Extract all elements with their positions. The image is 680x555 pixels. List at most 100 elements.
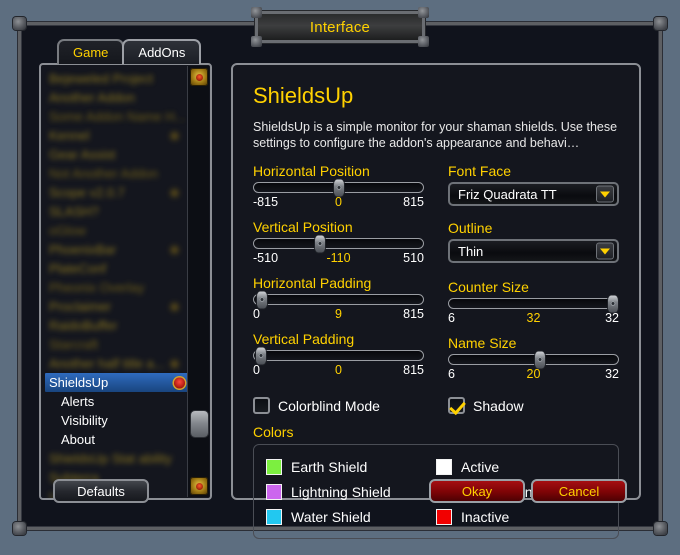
list-item[interactable]: Kennel: [45, 126, 186, 145]
title-plate-ornament: [251, 7, 262, 18]
dropdown-label: Font Face: [448, 163, 512, 179]
slider-vertical-padding[interactable]: Vertical Padding 0 0 815: [253, 331, 424, 377]
checkbox-label: Shadow: [473, 397, 524, 414]
color-option-label: Lightning Shield: [291, 483, 391, 500]
list-item[interactable]: Another half title a...: [45, 354, 186, 373]
list-item[interactable]: oGlow: [45, 221, 186, 240]
list-item[interactable]: Proclaimer: [45, 297, 186, 316]
list-item-status-icon: [171, 246, 178, 253]
list-item[interactable]: Not Another Addon: [45, 164, 186, 183]
list-item-child[interactable]: Alerts: [45, 392, 186, 411]
list-item-status-icon: [171, 303, 178, 310]
list-item-child[interactable]: About: [45, 430, 186, 449]
slider-horizontal-padding[interactable]: Horizontal Padding 0 9 815: [253, 275, 424, 321]
checkbox-box[interactable]: [448, 397, 465, 414]
slider-thumb[interactable]: [607, 295, 618, 312]
addon-status-icon[interactable]: [174, 377, 185, 388]
addon-options-panel: ShieldsUp ShieldsUp is a simple monitor …: [231, 63, 641, 539]
slider-max: 32: [605, 311, 619, 325]
slider-min: 0: [253, 307, 260, 321]
cancel-button[interactable]: Cancel: [531, 479, 627, 503]
list-item-status-icon: [171, 189, 178, 196]
color-option-row[interactable]: Active: [436, 454, 606, 479]
list-item[interactable]: ShieldsUp Stat ability: [45, 449, 186, 468]
page-title: ShieldsUp: [253, 83, 354, 108]
list-item[interactable]: PlateConf: [45, 259, 186, 278]
chevron-down-icon[interactable]: [596, 242, 614, 260]
frame-corner-ornament: [654, 522, 667, 535]
list-item[interactable]: SLASH?: [45, 202, 186, 221]
slider-value: 0: [335, 363, 342, 377]
slider-thumb[interactable]: [333, 179, 344, 196]
color-swatch[interactable]: [436, 508, 452, 525]
slider-thumb[interactable]: [255, 347, 266, 364]
checkbox-colorblind-mode[interactable]: Colorblind Mode: [253, 397, 424, 414]
tab-bar: Game AddOns: [57, 39, 202, 64]
slider-track[interactable]: [253, 235, 424, 252]
dropdown-font-face[interactable]: Font Face Friz Quadrata TT: [448, 163, 619, 206]
frame-corner-ornament: [13, 17, 26, 30]
slider-label: Vertical Padding: [253, 331, 355, 347]
dropdown-control[interactable]: Friz Quadrata TT: [448, 182, 619, 206]
slider-track[interactable]: [448, 295, 619, 312]
slider-track[interactable]: [253, 347, 424, 364]
slider-thumb[interactable]: [535, 351, 546, 368]
list-item[interactable]: Scope v2.0.7: [45, 183, 186, 202]
color-swatch[interactable]: [266, 458, 282, 475]
color-option-row[interactable]: Inactive: [436, 504, 606, 529]
dropdown-value: Friz Quadrata TT: [458, 186, 557, 202]
list-item[interactable]: PhoenixBar: [45, 240, 186, 259]
title-plate-ornament: [418, 36, 429, 47]
color-option-row[interactable]: Water Shield: [266, 504, 436, 529]
list-item-selected[interactable]: ShieldsUp: [45, 373, 191, 392]
tab-game[interactable]: Game: [57, 39, 125, 64]
slider-track[interactable]: [253, 291, 424, 308]
okay-button[interactable]: Okay: [429, 479, 525, 503]
slider-horizontal-position[interactable]: Horizontal Position -815 0 815: [253, 163, 424, 209]
defaults-button[interactable]: Defaults: [53, 479, 149, 503]
chevron-down-icon[interactable]: [596, 185, 614, 203]
dropdown-label: Outline: [448, 220, 493, 236]
slider-name-size[interactable]: Name Size 6 20 32: [448, 335, 619, 381]
slider-min: 6: [448, 311, 455, 325]
color-swatch[interactable]: [266, 508, 282, 525]
addon-list-scrollbar[interactable]: [187, 66, 209, 497]
addon-list[interactable]: Bejeweled Project Another Addon Some Addon…: [41, 65, 191, 498]
color-option-label: Active: [461, 458, 500, 475]
title-plate-ornament: [418, 7, 429, 18]
dropdown-outline[interactable]: Outline Thin: [448, 220, 619, 263]
scroll-up-arrow-icon[interactable]: [190, 68, 208, 86]
slider-max: 510: [403, 251, 424, 265]
options-left-column: Horizontal Position -815 0 815 Vertical …: [253, 163, 424, 391]
color-option-row[interactable]: Earth Shield: [266, 454, 436, 479]
list-item[interactable]: RaidoBuffer: [45, 316, 186, 335]
list-item[interactable]: Another Addon: [45, 88, 186, 107]
slider-thumb[interactable]: [257, 291, 268, 308]
list-item-child[interactable]: Visibility: [45, 411, 186, 430]
list-item-status-icon: [171, 360, 178, 367]
slider-thumb[interactable]: [314, 235, 325, 252]
slider-max: 815: [403, 363, 424, 377]
list-item[interactable]: Some Addon Name H...: [45, 107, 186, 126]
dropdown-control[interactable]: Thin: [448, 239, 619, 263]
slider-track[interactable]: [448, 351, 619, 368]
slider-counter-size[interactable]: Counter Size 6 32 32: [448, 279, 619, 325]
slider-vertical-position[interactable]: Vertical Position -510 -110 510: [253, 219, 424, 265]
slider-max: 815: [403, 195, 424, 209]
list-item[interactable]: Bejeweled Project: [45, 69, 186, 88]
scrollbar-thumb[interactable]: [191, 411, 208, 437]
slider-track[interactable]: [253, 179, 424, 196]
list-item[interactable]: Gear Assist: [45, 145, 186, 164]
checkbox-box[interactable]: [253, 397, 270, 414]
tab-addons[interactable]: AddOns: [122, 39, 202, 64]
scroll-down-arrow-icon[interactable]: [190, 477, 208, 495]
color-option-row[interactable]: Lightning Shield: [266, 479, 436, 504]
slider-label: Horizontal Position: [253, 163, 370, 179]
list-item[interactable]: Starcraft: [45, 335, 186, 354]
checkbox-shadow[interactable]: Shadow: [448, 397, 619, 414]
color-swatch[interactable]: [436, 458, 452, 475]
interface-options-window: Interface Game AddOns Bejeweled Project A…: [13, 7, 667, 539]
color-swatch[interactable]: [266, 483, 282, 500]
slider-max: 32: [605, 367, 619, 381]
list-item[interactable]: Pheonix Overlay: [45, 278, 186, 297]
